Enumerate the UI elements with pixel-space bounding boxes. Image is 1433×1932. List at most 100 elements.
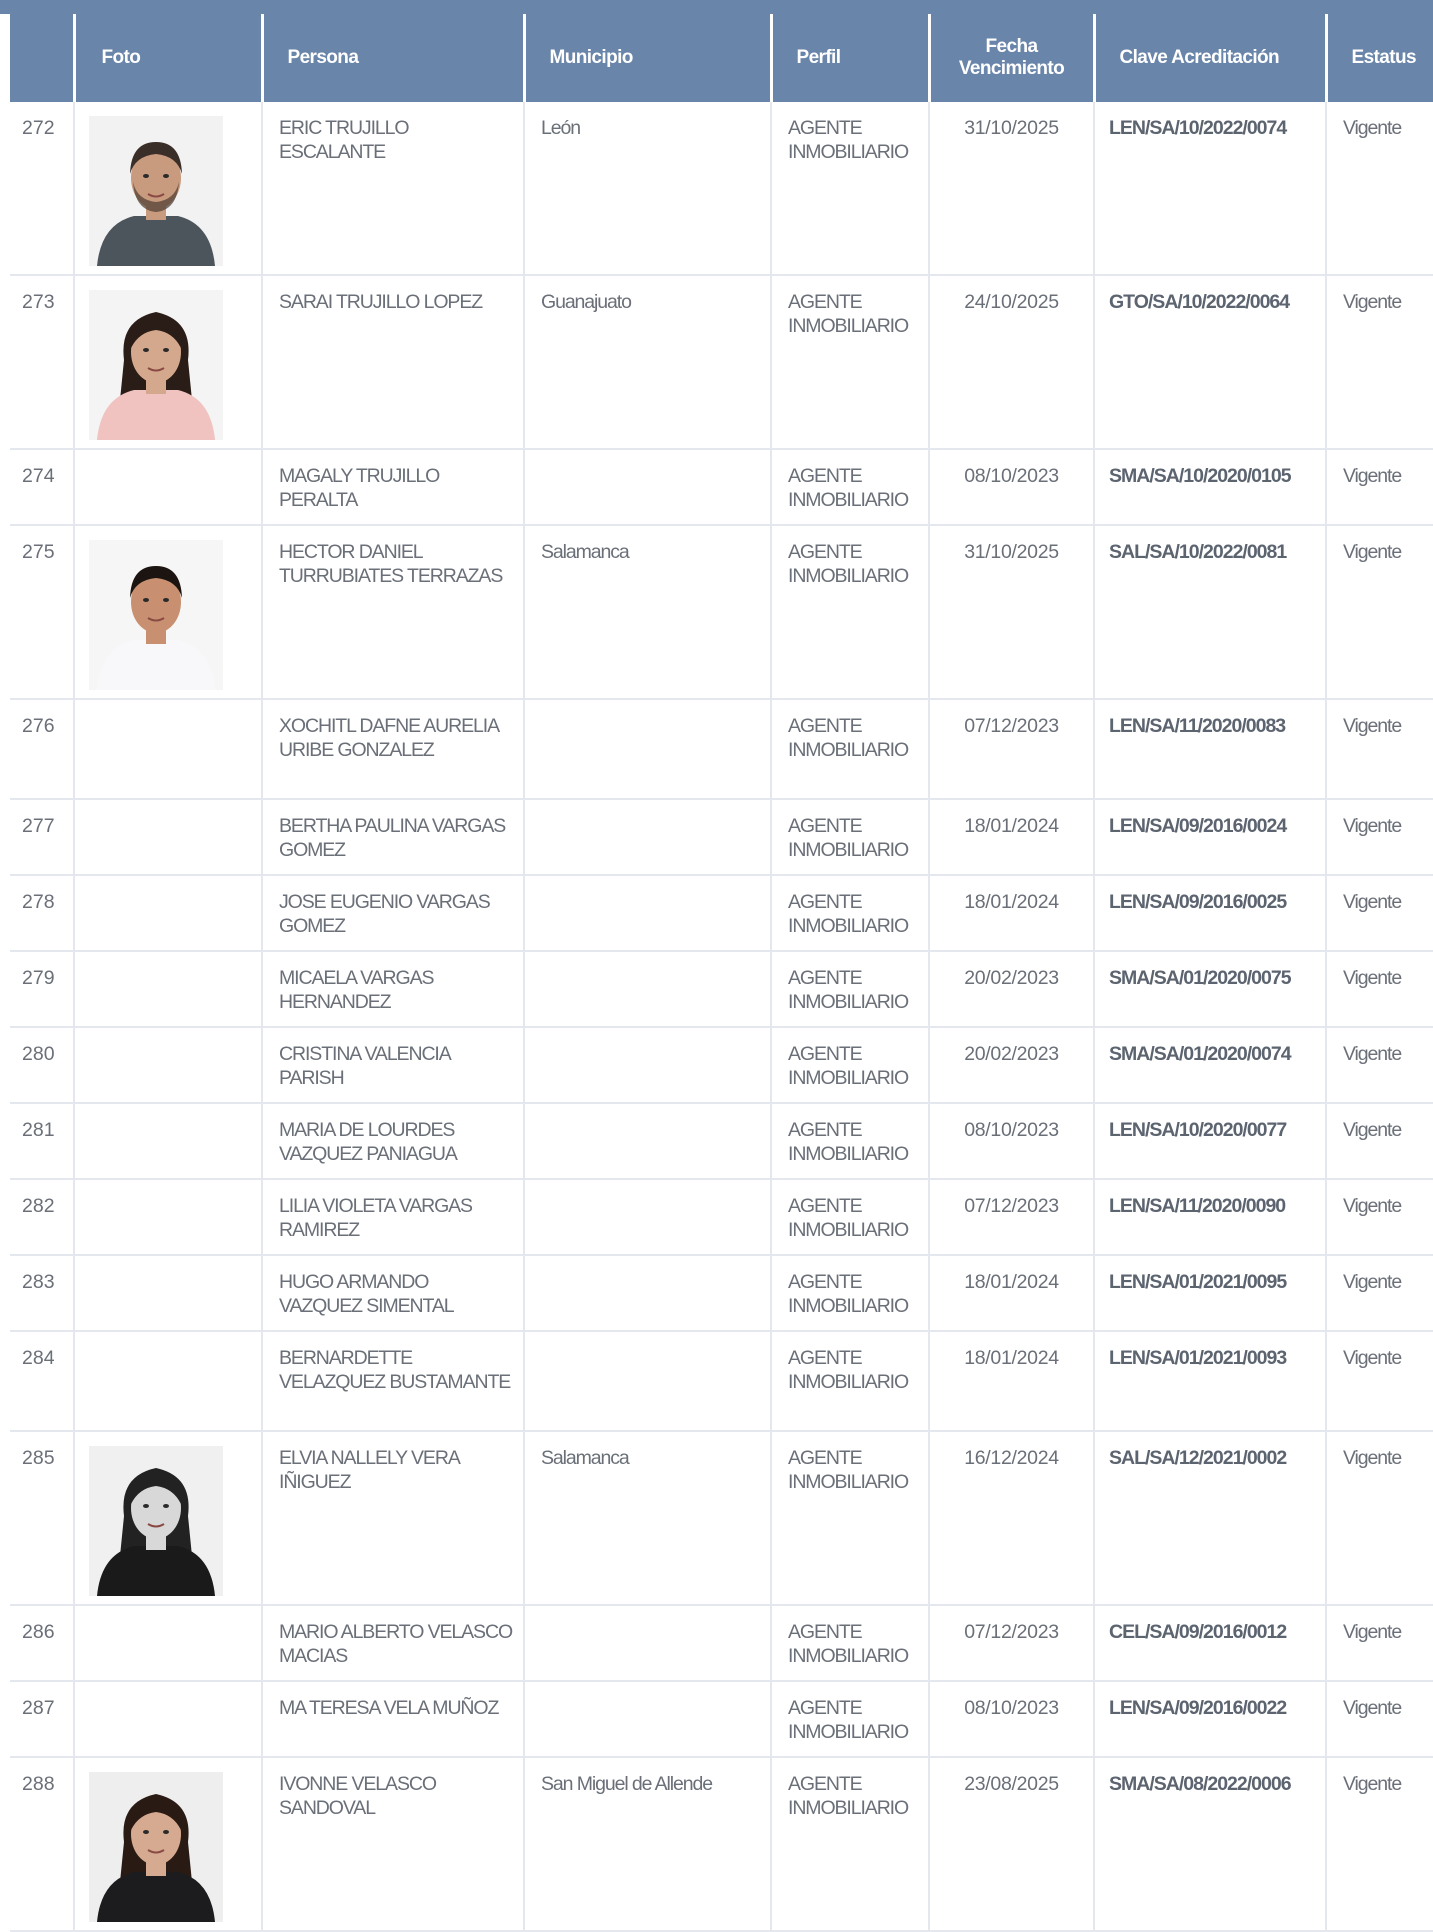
person-photo [89,1446,223,1596]
header-persona[interactable]: Persona [260,14,524,102]
persona-cell: XOCHITL DAFNE AURELIA URIBE GONZALEZ [261,699,524,800]
municipio-cell [523,1681,771,1758]
persona-cell: LILIA VIOLETA VARGAS RAMIREZ [261,1179,524,1256]
perfil-cell: AGENTE INMOBILIARIO [770,875,929,952]
clave-acreditacion-cell: SAL/SA/10/2022/0081 [1093,525,1326,700]
table-row: 279 MICAELA VARGAS HERNANDEZ AGENTE INMOBI… [10,951,1433,1028]
estatus-cell: Vigente [1325,1027,1433,1104]
header-foto[interactable]: Foto [72,14,262,102]
perfil-cell: AGENTE INMOBILIARIO [770,1605,929,1682]
photo-cell [73,1431,262,1606]
fecha-vencimiento-cell: 18/01/2024 [928,875,1094,952]
perfil-cell: AGENTE INMOBILIARIO [770,951,929,1028]
estatus-cell: Vigente [1325,951,1433,1028]
municipio-cell [523,699,771,800]
row-number: 276 [10,699,74,800]
accreditation-table: Foto Persona Municipio Perfil Fecha Venc… [10,14,1433,1932]
persona-cell: MA TERESA VELA MUÑOZ [261,1681,524,1758]
persona-cell: HUGO ARMANDO VAZQUEZ SIMENTAL [261,1255,524,1332]
municipio-cell [523,1255,771,1332]
clave-acreditacion-cell: LEN/SA/09/2016/0024 [1093,799,1326,876]
persona-cell: MARIA DE LOURDES VAZQUEZ PANIAGUA [261,1103,524,1180]
perfil-cell: AGENTE INMOBILIARIO [770,102,929,276]
persona-cell: MARIO ALBERTO VELASCO MACIAS [261,1605,524,1682]
perfil-cell: AGENTE INMOBILIARIO [770,525,929,700]
table-row: 275 HECTOR DANIEL TURRUBIATES TERRAZAS Sal… [10,525,1433,700]
fecha-vencimiento-cell: 08/10/2023 [928,1103,1094,1180]
fecha-vencimiento-cell: 07/12/2023 [928,1605,1094,1682]
header-perfil[interactable]: Perfil [769,14,929,102]
table-row: 288 IVONNE VELASCO SANDOVAL San Miguel de … [10,1757,1433,1932]
perfil-cell: AGENTE INMOBILIARIO [770,799,929,876]
photo-cell [73,1179,262,1256]
perfil-cell: AGENTE INMOBILIARIO [770,699,929,800]
persona-cell: BERNARDETTE VELAZQUEZ BUSTAMANTE [261,1331,524,1432]
photo-cell [73,102,262,276]
fecha-vencimiento-cell: 20/02/2023 [928,951,1094,1028]
row-number: 282 [10,1179,74,1256]
perfil-cell: AGENTE INMOBILIARIO [770,449,929,526]
municipio-cell: Guanajuato [523,275,771,450]
municipio-cell [523,799,771,876]
header-clave[interactable]: Clave Acreditación [1092,14,1326,102]
estatus-cell: Vigente [1325,1605,1433,1682]
table-row: 282 LILIA VIOLETA VARGAS RAMIREZ AGENTE IN… [10,1179,1433,1256]
photo-cell [73,799,262,876]
table-body: 272 ERIC TRUJILLO ESCALANTE León AGENTE INM… [10,102,1433,1932]
fecha-vencimiento-cell: 07/12/2023 [928,699,1094,800]
estatus-cell: Vigente [1325,1431,1433,1606]
row-number: 287 [10,1681,74,1758]
table-row: 274 MAGALY TRUJILLO PERALTA AGENTE INMOBIL… [10,449,1433,526]
row-number: 283 [10,1255,74,1332]
persona-cell: CRISTINA VALENCIA PARISH [261,1027,524,1104]
table-row: 285 ELVIA NALLELY VERA IÑIGUEZ Salamanca AG… [10,1431,1433,1606]
header-fecha-line2: Vencimiento [958,58,1065,79]
perfil-cell: AGENTE INMOBILIARIO [770,1179,929,1256]
clave-acreditacion-cell: LEN/SA/10/2022/0074 [1093,102,1326,276]
header-estatus[interactable]: Estatus [1324,14,1433,102]
table-row: 276 XOCHITL DAFNE AURELIA URIBE GONZALEZ A… [10,699,1433,800]
perfil-cell: AGENTE INMOBILIARIO [770,275,929,450]
fecha-vencimiento-cell: 08/10/2023 [928,449,1094,526]
persona-cell: ERIC TRUJILLO ESCALANTE [261,102,524,276]
row-number: 288 [10,1757,74,1932]
photo-cell [73,1027,262,1104]
municipio-cell: San Miguel de Allende [523,1757,771,1932]
estatus-cell: Vigente [1325,875,1433,952]
row-number: 273 [10,275,74,450]
photo-cell [73,275,262,450]
table-row: 284 BERNARDETTE VELAZQUEZ BUSTAMANTE AGENT… [10,1331,1433,1432]
photo-cell [73,875,262,952]
header-fecha-vencimiento[interactable]: Fecha Vencimiento [927,14,1094,102]
municipio-cell [523,951,771,1028]
photo-cell [73,1103,262,1180]
header-municipio[interactable]: Municipio [522,14,771,102]
table-row: 286 MARIO ALBERTO VELASCO MACIAS AGENTE IN… [10,1605,1433,1682]
row-number: 274 [10,449,74,526]
clave-acreditacion-cell: LEN/SA/01/2021/0093 [1093,1331,1326,1432]
row-number: 278 [10,875,74,952]
person-photo [89,290,223,440]
clave-acreditacion-cell: SMA/SA/01/2020/0075 [1093,951,1326,1028]
estatus-cell: Vigente [1325,525,1433,700]
municipio-cell [523,1605,771,1682]
municipio-cell: Salamanca [523,1431,771,1606]
row-number: 275 [10,525,74,700]
municipio-cell [523,1179,771,1256]
municipio-cell [523,1027,771,1104]
header-num [10,14,74,102]
clave-acreditacion-cell: LEN/SA/11/2020/0090 [1093,1179,1326,1256]
estatus-cell: Vigente [1325,1331,1433,1432]
perfil-cell: AGENTE INMOBILIARIO [770,1103,929,1180]
fecha-vencimiento-cell: 07/12/2023 [928,1179,1094,1256]
clave-acreditacion-cell: SMA/SA/08/2022/0006 [1093,1757,1326,1932]
clave-acreditacion-cell: SMA/SA/01/2020/0074 [1093,1027,1326,1104]
estatus-cell: Vigente [1325,449,1433,526]
photo-cell [73,951,262,1028]
fecha-vencimiento-cell: 23/08/2025 [928,1757,1094,1932]
fecha-vencimiento-cell: 20/02/2023 [928,1027,1094,1104]
perfil-cell: AGENTE INMOBILIARIO [770,1431,929,1606]
photo-cell [73,1331,262,1432]
row-number: 279 [10,951,74,1028]
clave-acreditacion-cell: SMA/SA/10/2020/0105 [1093,449,1326,526]
